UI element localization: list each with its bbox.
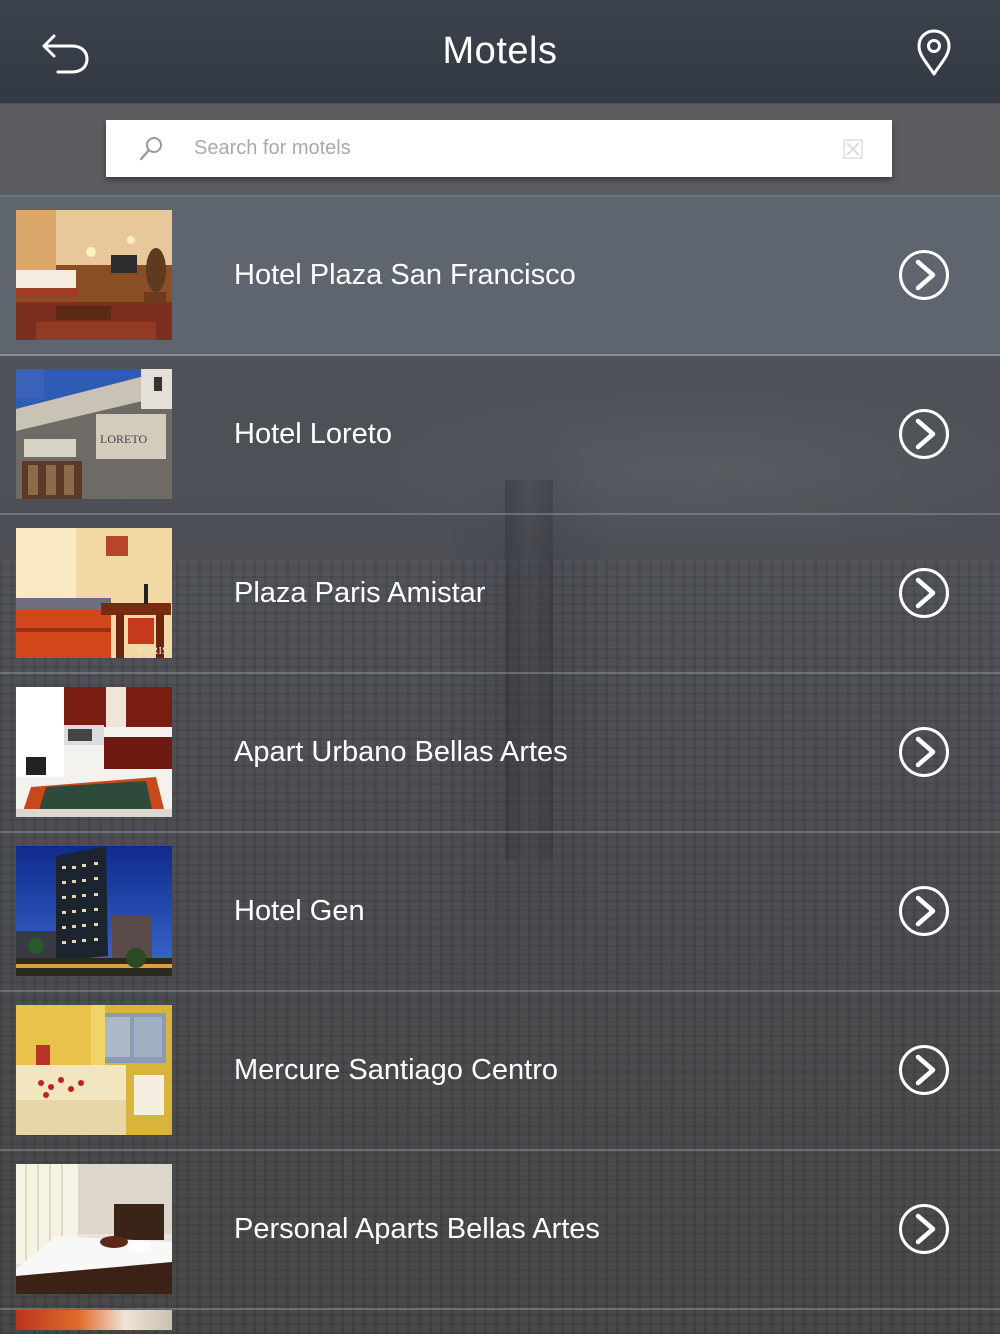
motels-screen: Motels Search for motels Hotel Plaza San…: [0, 0, 1000, 1334]
hotel-thumbnail: [16, 1164, 172, 1294]
map-button[interactable]: [906, 26, 962, 80]
list-item[interactable]: Apart Urbano Bellas Artes: [0, 674, 1000, 833]
hotel-thumbnail: [16, 846, 172, 976]
search-input[interactable]: [194, 120, 814, 177]
hotel-thumbnail: LORETO: [16, 369, 172, 499]
chevron-right-icon[interactable]: [898, 408, 950, 460]
chevron-right-icon[interactable]: [898, 1203, 950, 1255]
hotel-thumbnail: PARIS: [16, 528, 172, 658]
chevron-right-icon[interactable]: [898, 1044, 950, 1096]
list-item[interactable]: Mercure Santiago Centro: [0, 992, 1000, 1151]
motel-list: Hotel Plaza San Francisco LORETO Hotel L…: [0, 197, 1000, 1330]
loreto-sign-text: LORETO: [100, 432, 147, 446]
motel-name: Hotel Loreto: [234, 418, 392, 450]
search-field-container[interactable]: [106, 120, 892, 177]
hotel-thumbnail: [16, 1310, 172, 1330]
map-pin-icon: [917, 29, 951, 76]
page-title: Motels: [442, 30, 558, 72]
hotel-thumbnail: [16, 210, 172, 340]
motel-name: Plaza Paris Amistar: [234, 577, 486, 609]
chevron-right-icon[interactable]: [898, 885, 950, 937]
list-item[interactable]: Hotel Plaza San Francisco: [0, 197, 1000, 356]
search-bar: [0, 103, 1000, 197]
nav-bar: Motels: [0, 0, 1000, 104]
motel-name: Apart Urbano Bellas Artes: [234, 736, 568, 768]
list-item[interactable]: LORETO Hotel Loreto: [0, 356, 1000, 515]
motel-name: Mercure Santiago Centro: [234, 1054, 558, 1086]
hotel-thumbnail: [16, 687, 172, 817]
list-item[interactable]: PARIS Plaza Paris Amistar: [0, 515, 1000, 674]
motel-name: Hotel Gen: [234, 895, 365, 927]
search-icon: [139, 137, 162, 161]
paris-mark-text: PARIS: [138, 645, 168, 657]
list-item[interactable]: Personal Aparts Bellas Artes: [0, 1151, 1000, 1310]
chevron-right-icon[interactable]: [898, 249, 950, 301]
motel-name: Hotel Plaza San Francisco: [234, 259, 576, 291]
list-item[interactable]: Hotel Gen: [0, 833, 1000, 992]
motel-name: Personal Aparts Bellas Artes: [234, 1213, 600, 1245]
hotel-thumbnail: [16, 1005, 172, 1135]
clear-icon[interactable]: [842, 138, 864, 160]
chevron-right-icon[interactable]: [898, 567, 950, 619]
list-item-partial[interactable]: [0, 1310, 1000, 1330]
chevron-right-icon[interactable]: [898, 726, 950, 778]
